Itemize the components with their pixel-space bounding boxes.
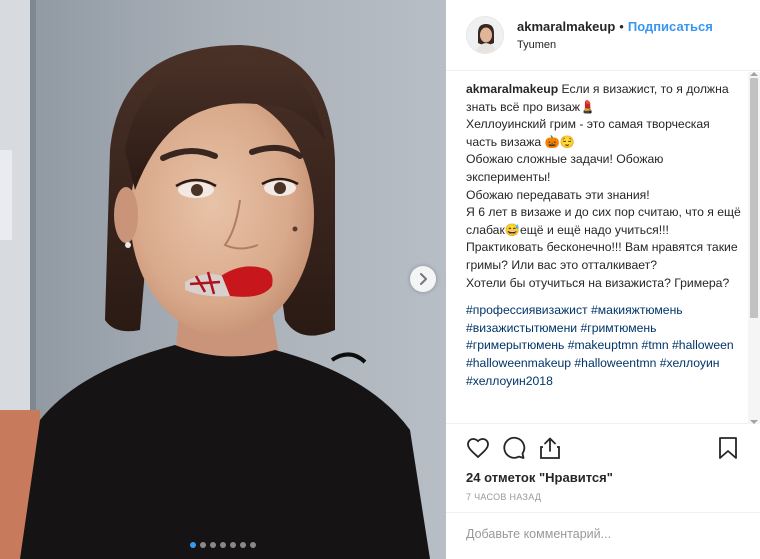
caption-text: Если я визажист, то я должна знать всё п… xyxy=(466,82,741,290)
comment-input[interactable] xyxy=(466,527,736,541)
carousel-dot xyxy=(220,542,226,548)
avatar[interactable] xyxy=(466,16,504,54)
carousel-dot xyxy=(240,542,246,548)
add-comment-section xyxy=(446,512,760,559)
post-media[interactable] xyxy=(0,0,446,559)
post-header: akmaralmakeup • Подписаться Tyumen xyxy=(446,0,760,71)
carousel-dot xyxy=(190,542,196,548)
carousel-dot xyxy=(200,542,206,548)
caption-username[interactable]: akmaralmakeup xyxy=(466,82,558,96)
comment-bubble-icon[interactable] xyxy=(502,436,526,460)
scroll-down-arrow[interactable] xyxy=(750,420,758,424)
carousel-dot xyxy=(210,542,216,548)
caption-hashtags[interactable]: #профессиявизажист #макияжтюмень #визажи… xyxy=(466,302,741,390)
follow-button[interactable]: Подписаться xyxy=(628,19,713,34)
post-timestamp[interactable]: 7 ЧАСОВ НАЗАД xyxy=(466,492,541,502)
scroll-up-arrow[interactable] xyxy=(750,72,758,76)
share-icon[interactable] xyxy=(538,436,562,460)
post-actions xyxy=(466,436,740,460)
scrollbar[interactable] xyxy=(748,72,760,424)
comments-scroll-area[interactable]: akmaralmakeup Если я визажист, то я долж… xyxy=(446,72,760,424)
location-link[interactable]: Tyumen xyxy=(517,39,713,51)
separator: • xyxy=(619,19,624,34)
likes-count[interactable]: 24 отметок "Нравится" xyxy=(466,470,613,485)
next-slide-button[interactable] xyxy=(410,266,436,292)
header-text: akmaralmakeup • Подписаться Tyumen xyxy=(517,19,713,51)
chevron-right-icon xyxy=(420,273,427,285)
avatar-image xyxy=(467,17,503,53)
heart-icon[interactable] xyxy=(466,436,490,460)
carousel-indicator xyxy=(0,542,446,548)
carousel-dot xyxy=(230,542,236,548)
post-caption: akmaralmakeup Если я визажист, то я долж… xyxy=(466,81,741,390)
post-side-panel: akmaralmakeup • Подписаться Tyumen akmar… xyxy=(446,0,760,559)
post-photo xyxy=(0,0,446,559)
username-link[interactable]: akmaralmakeup xyxy=(517,19,615,34)
scrollbar-thumb[interactable] xyxy=(750,78,758,318)
carousel-dot xyxy=(250,542,256,548)
bookmark-icon[interactable] xyxy=(716,436,740,460)
header-line: akmaralmakeup • Подписаться xyxy=(517,19,713,34)
